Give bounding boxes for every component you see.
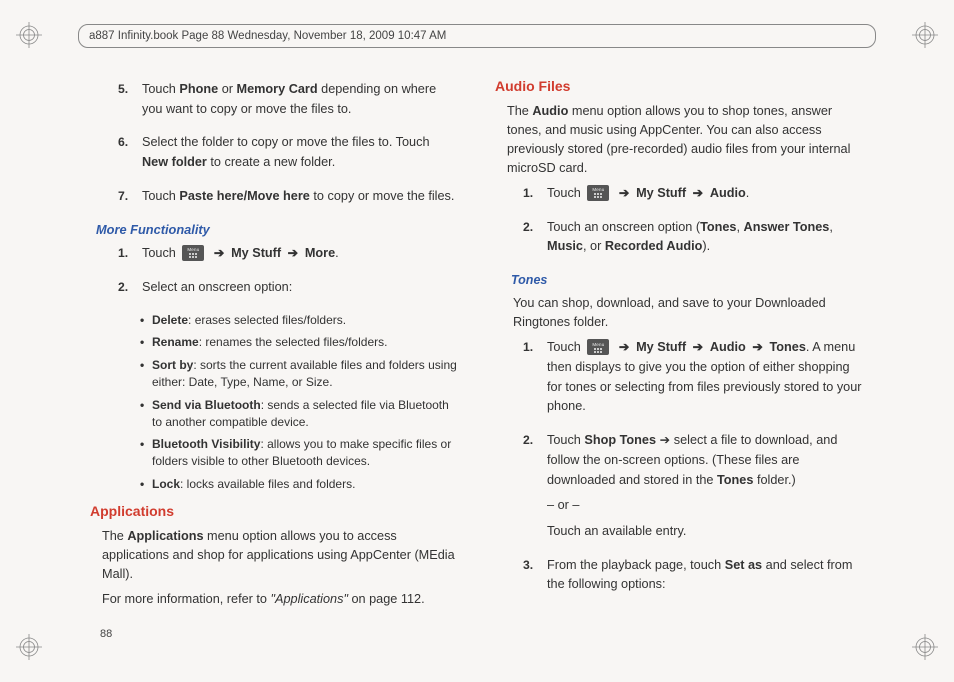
page-content: 5. Touch Phone or Memory Card depending … — [90, 76, 864, 622]
audio-step-1: 1. Touch Menu ➔ My Stuff ➔ Audio. — [523, 184, 864, 210]
tones-paragraph: You can shop, download, and save to your… — [513, 294, 864, 332]
audio-step-2: 2. Touch an onscreen option (Tones, Answ… — [523, 218, 864, 263]
menu-icon: Menu — [587, 185, 609, 201]
bullet-delete: •Delete: erases selected files/folders. — [140, 312, 459, 329]
step-6: 6. Select the folder to copy or move the… — [118, 133, 459, 178]
heading-tones: Tones — [511, 271, 864, 290]
crop-mark-icon — [912, 22, 938, 48]
tones-step-3: 3. From the playback page, touch Set as … — [523, 556, 864, 601]
menu-icon: Menu — [587, 339, 609, 355]
crop-mark-icon — [16, 634, 42, 660]
tones-step-2: 2. Touch Shop Tones ➔ select a file to d… — [523, 431, 864, 547]
applications-crossref: For more information, refer to "Applicat… — [102, 590, 459, 610]
tones-step-1: 1. Touch Menu ➔ My Stuff ➔ Audio ➔ Tones… — [523, 338, 864, 423]
bullet-lock: •Lock: locks available files and folders… — [140, 476, 459, 493]
morefunc-step-2: 2. Select an onscreen option: — [118, 278, 459, 304]
morefunc-step-1: 1. Touch Menu ➔ My Stuff ➔ More. — [118, 244, 459, 270]
bullet-send-bt: •Send via Bluetooth: sends a selected fi… — [140, 397, 459, 431]
print-header: a887 Infinity.book Page 88 Wednesday, No… — [78, 24, 876, 48]
applications-paragraph: The Applications menu option allows you … — [102, 527, 459, 584]
step-5: 5. Touch Phone or Memory Card depending … — [118, 80, 459, 125]
heading-audio-files: Audio Files — [495, 76, 864, 98]
bullet-bt-vis: •Bluetooth Visibility: allows you to mak… — [140, 436, 459, 470]
audio-paragraph: The Audio menu option allows you to shop… — [507, 102, 864, 178]
right-column: Audio Files The Audio menu option allows… — [495, 76, 864, 622]
crop-mark-icon — [912, 634, 938, 660]
bullet-rename: •Rename: renames the selected files/fold… — [140, 334, 459, 351]
menu-icon: Menu — [182, 245, 204, 261]
left-column: 5. Touch Phone or Memory Card depending … — [90, 76, 459, 622]
step-7: 7. Touch Paste here/Move here to copy or… — [118, 187, 459, 213]
heading-applications: Applications — [90, 501, 459, 523]
heading-more-functionality: More Functionality — [96, 220, 459, 240]
crop-mark-icon — [16, 22, 42, 48]
print-header-text: a887 Infinity.book Page 88 Wednesday, No… — [89, 30, 446, 42]
page-number: 88 — [100, 628, 112, 640]
bullet-sortby: •Sort by: sorts the current available fi… — [140, 357, 459, 391]
